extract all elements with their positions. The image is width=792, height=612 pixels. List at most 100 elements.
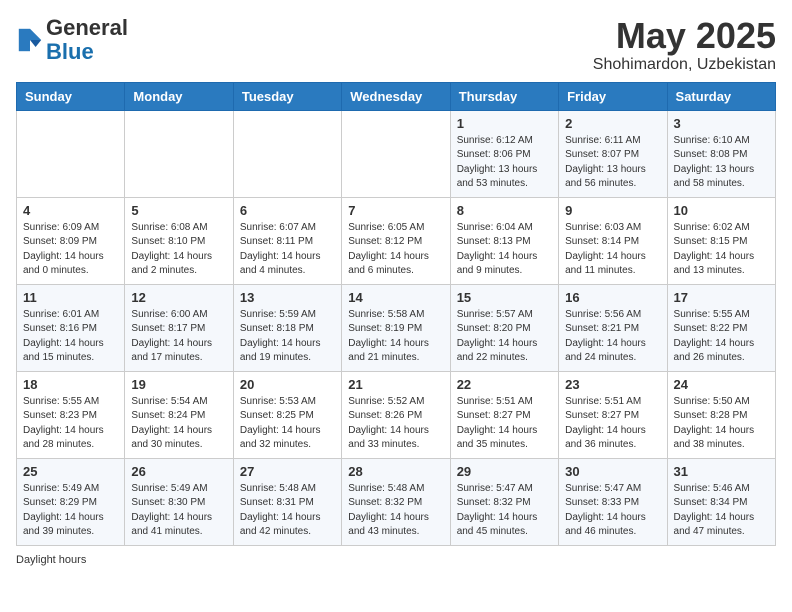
day-info: Sunrise: 5:57 AM Sunset: 8:20 PM Dayligh… bbox=[457, 308, 552, 366]
title-block: May 2025 Shohimardon, Uzbekistan bbox=[593, 16, 776, 74]
calendar-cell: 31 Sunrise: 5:46 AM Sunset: 8:34 PM Dayli… bbox=[667, 458, 775, 545]
logo-blue-text: Blue bbox=[46, 39, 94, 64]
day-info: Sunrise: 5:47 AM Sunset: 8:33 PM Dayligh… bbox=[565, 482, 660, 540]
calendar-week-row: 4 Sunrise: 6:09 AM Sunset: 8:09 PM Daylig… bbox=[17, 197, 776, 284]
calendar-cell: 8 Sunrise: 6:04 AM Sunset: 8:13 PM Daylig… bbox=[450, 197, 558, 284]
calendar-cell: 28Sunrise: 5:48 AM Sunset: 8:32 PM Dayli… bbox=[342, 458, 450, 545]
calendar-cell: 20 Sunrise: 5:53 AM Sunset: 8:25 PM Dayli… bbox=[233, 371, 341, 458]
day-info: Sunrise: 6:09 AM Sunset: 8:09 PM Dayligh… bbox=[23, 221, 118, 279]
day-info: Sunrise: 5:51 AM Sunset: 8:27 PM Dayligh… bbox=[565, 395, 660, 453]
day-number: 10 bbox=[674, 203, 769, 218]
day-info: Sunrise: 6:03 AM Sunset: 8:14 PM Dayligh… bbox=[565, 221, 660, 279]
page-header: General Blue May 2025 Shohimardon, Uzbek… bbox=[16, 16, 776, 74]
day-info: Sunrise: 5:55 AM Sunset: 8:23 PM Dayligh… bbox=[23, 395, 118, 453]
calendar-cell: 16Sunrise: 5:56 AM Sunset: 8:21 PM Dayli… bbox=[559, 284, 667, 371]
calendar-cell: 5Sunrise: 6:08 AM Sunset: 8:10 PM Daylig… bbox=[125, 197, 233, 284]
day-number: 28 bbox=[348, 464, 443, 479]
day-number: 21 bbox=[348, 377, 443, 392]
day-info: Sunrise: 5:58 AM Sunset: 8:19 PM Dayligh… bbox=[348, 308, 443, 366]
day-info: Sunrise: 5:49 AM Sunset: 8:30 PM Dayligh… bbox=[131, 482, 226, 540]
calendar-cell: 17Sunrise: 5:55 AM Sunset: 8:22 PM Dayli… bbox=[667, 284, 775, 371]
day-number: 7 bbox=[348, 203, 443, 218]
day-info: Sunrise: 6:11 AM Sunset: 8:07 PM Dayligh… bbox=[565, 134, 660, 192]
day-number: 22 bbox=[457, 377, 552, 392]
day-number: 18 bbox=[23, 377, 118, 392]
day-number: 31 bbox=[674, 464, 769, 479]
day-info: Sunrise: 5:54 AM Sunset: 8:24 PM Dayligh… bbox=[131, 395, 226, 453]
calendar-cell: 24Sunrise: 5:50 AM Sunset: 8:28 PM Dayli… bbox=[667, 371, 775, 458]
calendar-cell: 23Sunrise: 5:51 AM Sunset: 8:27 PM Dayli… bbox=[559, 371, 667, 458]
day-info: Sunrise: 5:46 AM Sunset: 8:34 PM Dayligh… bbox=[674, 482, 769, 540]
day-info: Sunrise: 5:51 AM Sunset: 8:27 PM Dayligh… bbox=[457, 395, 552, 453]
calendar-cell: 7 Sunrise: 6:05 AM Sunset: 8:12 PM Daylig… bbox=[342, 197, 450, 284]
day-info: Sunrise: 6:02 AM Sunset: 8:15 PM Dayligh… bbox=[674, 221, 769, 279]
day-info: Sunrise: 5:53 AM Sunset: 8:25 PM Dayligh… bbox=[240, 395, 335, 453]
calendar-cell: 22 Sunrise: 5:51 AM Sunset: 8:27 PM Dayli… bbox=[450, 371, 558, 458]
calendar-cell: 10 Sunrise: 6:02 AM Sunset: 8:15 PM Dayli… bbox=[667, 197, 775, 284]
calendar-cell: 26 Sunrise: 5:49 AM Sunset: 8:30 PM Dayli… bbox=[125, 458, 233, 545]
day-number: 19 bbox=[131, 377, 226, 392]
day-number: 1 bbox=[457, 116, 552, 131]
calendar-cell: 15 Sunrise: 5:57 AM Sunset: 8:20 PM Dayli… bbox=[450, 284, 558, 371]
calendar-header: SundayMondayTuesdayWednesdayThursdayFrid… bbox=[17, 82, 776, 110]
calendar-cell: 9Sunrise: 6:03 AM Sunset: 8:14 PM Daylig… bbox=[559, 197, 667, 284]
calendar-table: SundayMondayTuesdayWednesdayThursdayFrid… bbox=[16, 82, 776, 546]
calendar-cell: 19 Sunrise: 5:54 AM Sunset: 8:24 PM Dayli… bbox=[125, 371, 233, 458]
day-info: Sunrise: 5:52 AM Sunset: 8:26 PM Dayligh… bbox=[348, 395, 443, 453]
day-number: 26 bbox=[131, 464, 226, 479]
day-info: Sunrise: 5:59 AM Sunset: 8:18 PM Dayligh… bbox=[240, 308, 335, 366]
day-number: 11 bbox=[23, 290, 118, 305]
day-info: Sunrise: 6:00 AM Sunset: 8:17 PM Dayligh… bbox=[131, 308, 226, 366]
day-number: 15 bbox=[457, 290, 552, 305]
weekday-header: Friday bbox=[559, 82, 667, 110]
day-number: 8 bbox=[457, 203, 552, 218]
calendar-cell: 3Sunrise: 6:10 AM Sunset: 8:08 PM Daylig… bbox=[667, 110, 775, 197]
location-text: Shohimardon, Uzbekistan bbox=[593, 56, 776, 74]
calendar-cell bbox=[17, 110, 125, 197]
day-number: 30 bbox=[565, 464, 660, 479]
day-info: Sunrise: 6:04 AM Sunset: 8:13 PM Dayligh… bbox=[457, 221, 552, 279]
month-title: May 2025 bbox=[593, 16, 776, 56]
calendar-week-row: 1 Sunrise: 6:12 AM Sunset: 8:06 PM Daylig… bbox=[17, 110, 776, 197]
calendar-cell: 4 Sunrise: 6:09 AM Sunset: 8:09 PM Daylig… bbox=[17, 197, 125, 284]
day-number: 4 bbox=[23, 203, 118, 218]
calendar-cell bbox=[125, 110, 233, 197]
calendar-cell: 6Sunrise: 6:07 AM Sunset: 8:11 PM Daylig… bbox=[233, 197, 341, 284]
weekday-header: Thursday bbox=[450, 82, 558, 110]
weekday-header: Saturday bbox=[667, 82, 775, 110]
calendar-cell: 11Sunrise: 6:01 AM Sunset: 8:16 PM Dayli… bbox=[17, 284, 125, 371]
day-info: Sunrise: 6:05 AM Sunset: 8:12 PM Dayligh… bbox=[348, 221, 443, 279]
calendar-cell: 30 Sunrise: 5:47 AM Sunset: 8:33 PM Dayli… bbox=[559, 458, 667, 545]
day-number: 3 bbox=[674, 116, 769, 131]
day-info: Sunrise: 5:49 AM Sunset: 8:29 PM Dayligh… bbox=[23, 482, 118, 540]
day-number: 14 bbox=[348, 290, 443, 305]
calendar-week-row: 11Sunrise: 6:01 AM Sunset: 8:16 PM Dayli… bbox=[17, 284, 776, 371]
calendar-body: 1 Sunrise: 6:12 AM Sunset: 8:06 PM Daylig… bbox=[17, 110, 776, 545]
weekday-header: Monday bbox=[125, 82, 233, 110]
day-number: 20 bbox=[240, 377, 335, 392]
day-number: 6 bbox=[240, 203, 335, 218]
calendar-cell: 2 Sunrise: 6:11 AM Sunset: 8:07 PM Daylig… bbox=[559, 110, 667, 197]
day-info: Sunrise: 6:12 AM Sunset: 8:06 PM Dayligh… bbox=[457, 134, 552, 192]
logo: General Blue bbox=[16, 16, 128, 64]
day-info: Sunrise: 5:47 AM Sunset: 8:32 PM Dayligh… bbox=[457, 482, 552, 540]
logo-icon bbox=[16, 26, 44, 54]
weekday-header: Sunday bbox=[17, 82, 125, 110]
day-info: Sunrise: 5:55 AM Sunset: 8:22 PM Dayligh… bbox=[674, 308, 769, 366]
calendar-cell: 29 Sunrise: 5:47 AM Sunset: 8:32 PM Dayli… bbox=[450, 458, 558, 545]
day-number: 25 bbox=[23, 464, 118, 479]
day-number: 12 bbox=[131, 290, 226, 305]
calendar-cell: 27Sunrise: 5:48 AM Sunset: 8:31 PM Dayli… bbox=[233, 458, 341, 545]
calendar-cell: 14 Sunrise: 5:58 AM Sunset: 8:19 PM Dayli… bbox=[342, 284, 450, 371]
calendar-cell bbox=[342, 110, 450, 197]
day-number: 16 bbox=[565, 290, 660, 305]
calendar-cell: 1 Sunrise: 6:12 AM Sunset: 8:06 PM Daylig… bbox=[450, 110, 558, 197]
logo-general-text: General bbox=[46, 15, 128, 40]
calendar-cell: 25 Sunrise: 5:49 AM Sunset: 8:29 PM Dayli… bbox=[17, 458, 125, 545]
weekday-header: Wednesday bbox=[342, 82, 450, 110]
day-info: Sunrise: 5:50 AM Sunset: 8:28 PM Dayligh… bbox=[674, 395, 769, 453]
calendar-cell: 13Sunrise: 5:59 AM Sunset: 8:18 PM Dayli… bbox=[233, 284, 341, 371]
day-info: Sunrise: 5:48 AM Sunset: 8:31 PM Dayligh… bbox=[240, 482, 335, 540]
day-number: 29 bbox=[457, 464, 552, 479]
day-number: 2 bbox=[565, 116, 660, 131]
